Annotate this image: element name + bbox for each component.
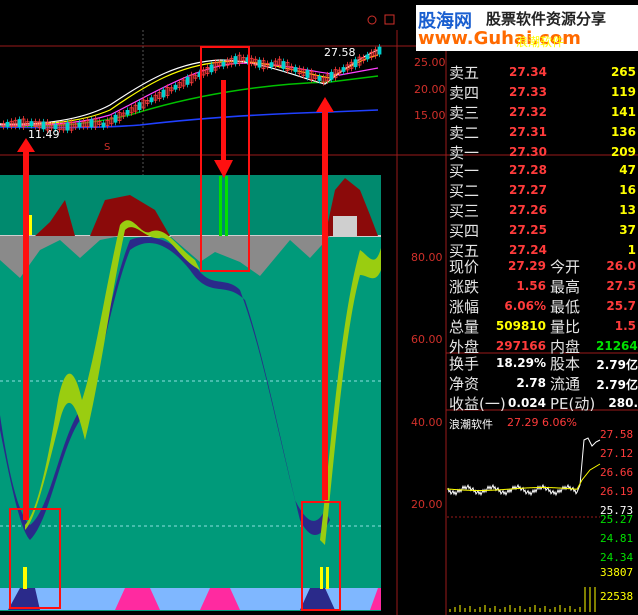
sell-label: 卖三 (449, 104, 480, 122)
quote-label: 总量 (449, 318, 480, 336)
buy-volume: 13 (619, 203, 636, 217)
mini-tick-down: 24.81 (600, 532, 634, 545)
mini-chart-price: 27.29 (507, 416, 539, 429)
sell-price: 27.33 (509, 85, 547, 99)
fundamental-label: 换手 (449, 355, 480, 373)
buy-price: 27.24 (509, 243, 547, 257)
low-label: 11.49 (28, 128, 60, 141)
buy-price: 27.27 (509, 183, 547, 197)
fundamental-value: 2.79亿 (596, 358, 638, 372)
mini-chart-pct: 6.06% (542, 416, 577, 429)
stock-name-header: 浪潮软件 (516, 35, 565, 49)
indicator-tick-1: 80.00 (411, 251, 443, 264)
sell-volume: 265 (610, 65, 636, 79)
quote-label: 最低 (550, 298, 581, 316)
buy-volume: 47 (619, 163, 636, 177)
buy-label: 买一 (449, 162, 480, 180)
fundamental-value: 18.29% (496, 356, 546, 370)
quote-label: 最高 (550, 278, 581, 296)
ma-lines (0, 49, 379, 129)
sell-volume: 141 (610, 105, 636, 119)
quote-value: 27.5 (606, 279, 636, 293)
price-tick-3: 15.00 (414, 109, 446, 122)
sell-price: 27.30 (509, 145, 547, 159)
indicator-tick-4: 20.00 (411, 498, 443, 511)
sell-volume: 119 (610, 85, 636, 99)
s-marker: S (104, 142, 111, 153)
fundamental-value: 2.79亿 (596, 378, 638, 392)
mini-tick-down: 25.27 (600, 513, 634, 526)
mini-tick-up: 26.66 (600, 466, 634, 479)
price-tick-2: 20.00 (414, 83, 446, 96)
buy-label: 买三 (449, 202, 480, 220)
quote-label: 涨跌 (449, 278, 480, 296)
quote-value: 509810 (495, 319, 546, 333)
sell-volume: 136 (610, 125, 636, 139)
brand-slogan: 股票软件资源分享 (486, 10, 607, 28)
indicator-tick-3: 40.00 (411, 416, 443, 429)
fundamental-label: 流通 (550, 375, 581, 393)
sell-price: 27.32 (509, 105, 547, 119)
buy-price: 27.26 (509, 203, 547, 217)
high-label: 27.58 (324, 46, 356, 59)
buy-label: 买二 (449, 182, 480, 200)
mini-vol-tick: 33807 (600, 566, 634, 579)
fundamental-value: 280. (608, 396, 638, 410)
mini-tick-up: 26.19 (600, 485, 634, 498)
buy-label: 买四 (449, 222, 480, 240)
sell-price: 27.31 (509, 125, 547, 139)
quote-value: 297166 (495, 339, 546, 353)
quote-value: 1.5 (614, 319, 636, 333)
quote-label: 现价 (449, 258, 480, 276)
quote-label: 量比 (550, 318, 581, 336)
sell-volume: 209 (610, 145, 636, 159)
indicator-tick-2: 60.00 (411, 333, 443, 346)
buy-price: 27.25 (509, 223, 547, 237)
buy-price: 27.28 (509, 163, 547, 177)
quote-value: 1.56 (516, 279, 546, 293)
mini-tick-up: 27.58 (600, 428, 634, 441)
fundamental-label: 股本 (550, 355, 581, 373)
fundamental-value: 0.024 (508, 396, 546, 410)
fundamental-label: 净资 (449, 375, 480, 393)
sell-price: 27.34 (509, 65, 547, 79)
buy-volume: 1 (627, 243, 636, 257)
quote-label: 今开 (550, 258, 581, 276)
quote-value: 21264 (596, 339, 638, 353)
fundamental-label: PE(动) (550, 395, 596, 413)
mini-chart-name: 浪潮软件 (449, 418, 493, 431)
price-tick-1: 25.00 (414, 56, 446, 69)
quote-value: 26.0 (606, 259, 636, 273)
quote-label: 涨幅 (449, 298, 480, 316)
mini-vol-tick: 22538 (600, 590, 634, 603)
quote-value: 25.7 (606, 299, 636, 313)
quote-value: 6.06% (504, 299, 546, 313)
sell-label: 卖二 (449, 124, 480, 142)
fundamental-value: 2.78 (516, 376, 546, 390)
mini-tick-up: 27.12 (600, 447, 634, 460)
buy-volume: 16 (619, 183, 636, 197)
sell-label: 卖四 (449, 84, 480, 102)
quote-value: 27.29 (508, 259, 546, 273)
sell-label: 卖五 (449, 64, 480, 82)
mini-tick-down: 24.34 (600, 551, 634, 564)
buy-volume: 37 (619, 223, 636, 237)
